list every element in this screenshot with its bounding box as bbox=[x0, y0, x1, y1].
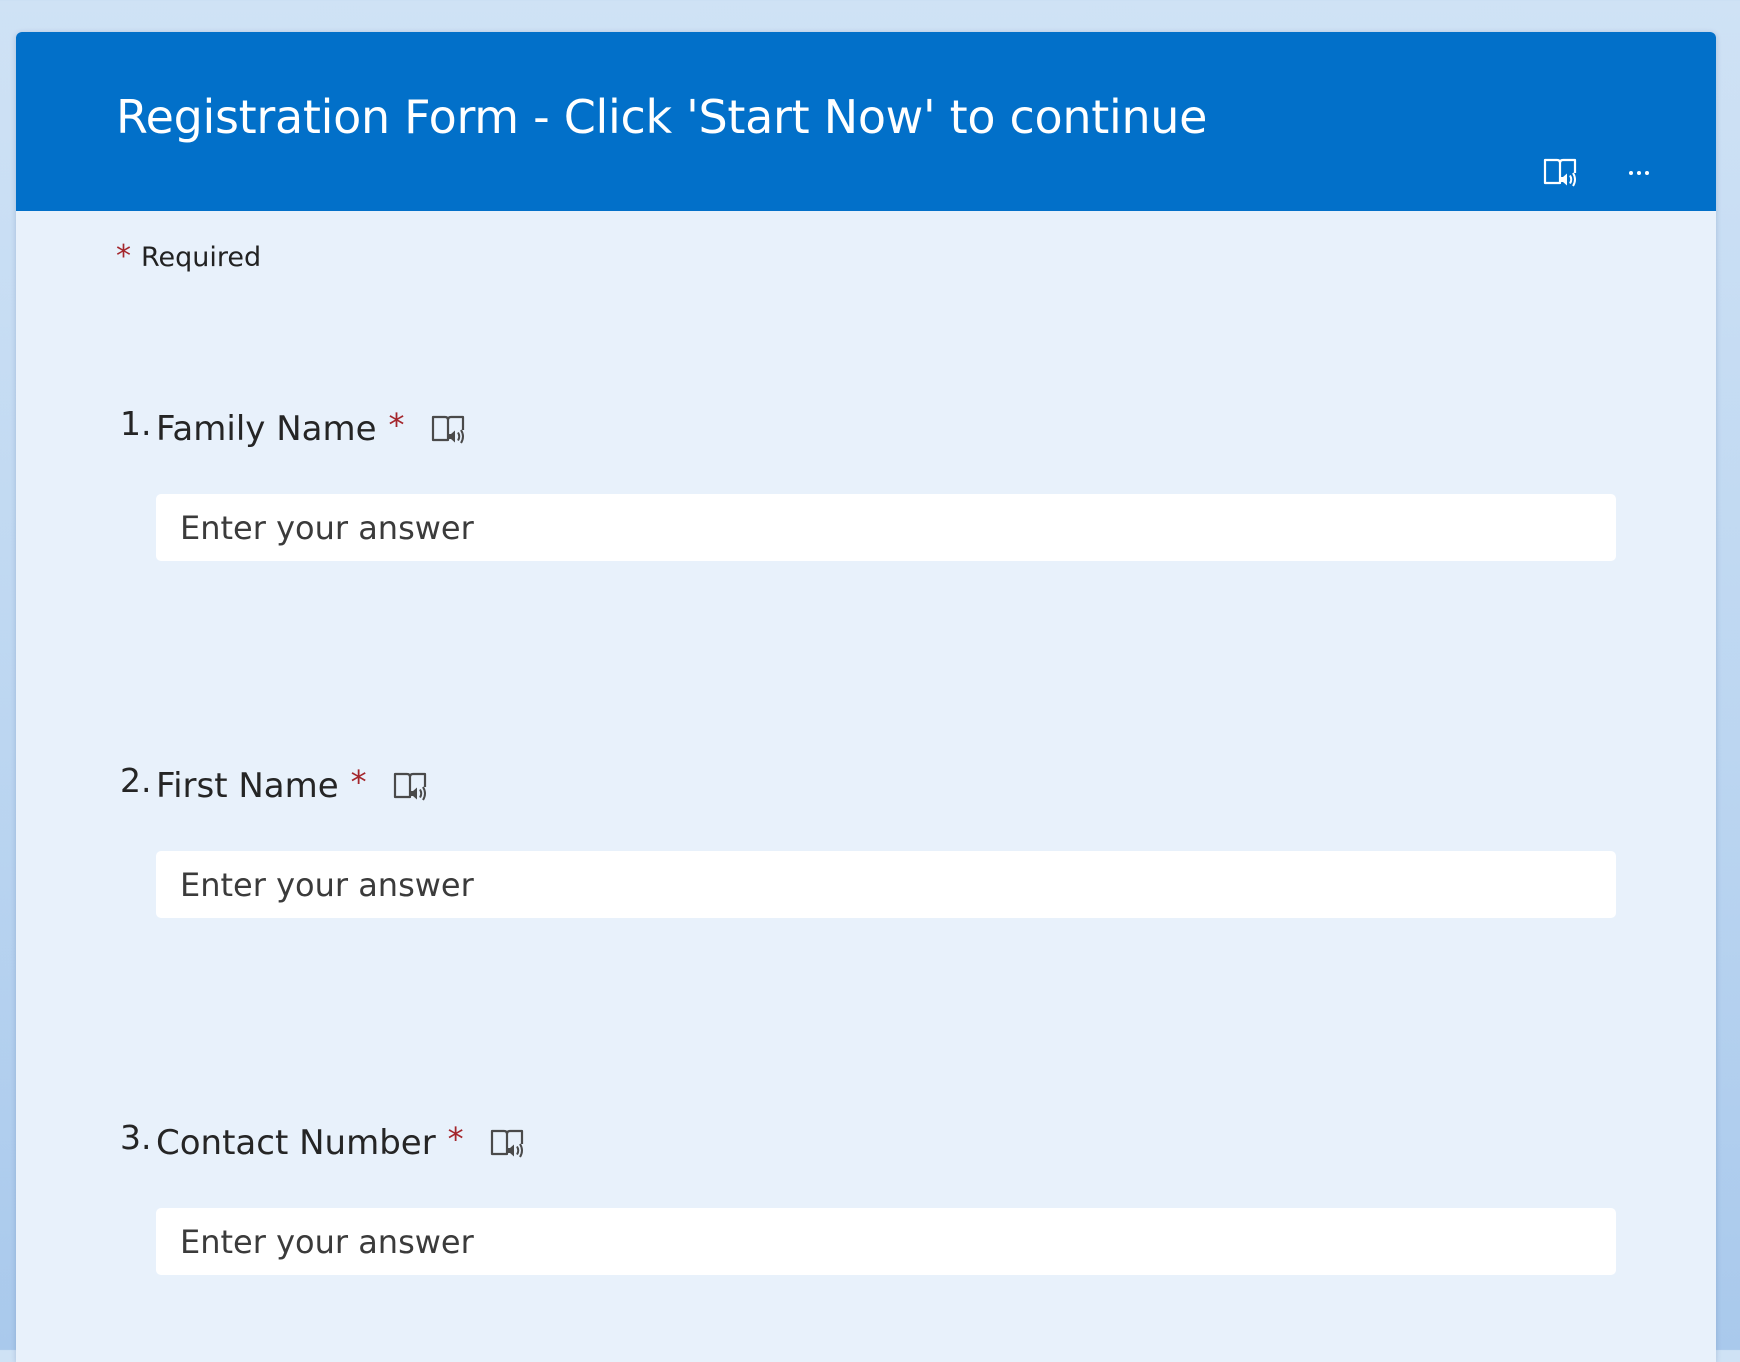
immersive-reader-icon bbox=[393, 772, 426, 801]
question-label: Family Name bbox=[156, 409, 377, 449]
required-star: * bbox=[447, 1120, 464, 1158]
more-options-button[interactable] bbox=[1618, 152, 1660, 194]
question-contact-number: 3. Contact Number * bbox=[120, 1118, 1632, 1275]
family-name-input[interactable] bbox=[156, 494, 1616, 561]
contact-number-input[interactable] bbox=[156, 1208, 1616, 1275]
question-number: 2. bbox=[120, 761, 152, 800]
question-first-name: 2. First Name * bbox=[120, 761, 1632, 918]
question-title: 2. First Name * bbox=[120, 761, 1632, 821]
required-star: * bbox=[350, 763, 367, 801]
question-title: 1. Family Name * bbox=[120, 404, 1632, 464]
first-name-input[interactable] bbox=[156, 851, 1616, 918]
immersive-reader-icon bbox=[431, 415, 464, 444]
question-label: First Name bbox=[156, 766, 339, 806]
immersive-reader-button[interactable] bbox=[1540, 152, 1582, 194]
question-number: 1. bbox=[120, 404, 152, 443]
required-note: * Required bbox=[116, 239, 262, 274]
form-card: Registration Form - Click 'Start Now' to… bbox=[16, 32, 1716, 1362]
required-star: * bbox=[388, 406, 405, 444]
required-star: * bbox=[116, 239, 131, 274]
read-aloud-button[interactable] bbox=[429, 410, 469, 450]
immersive-reader-icon bbox=[1543, 158, 1577, 187]
more-options-icon bbox=[1629, 171, 1649, 175]
required-label: Required bbox=[141, 242, 262, 273]
question-number: 3. bbox=[120, 1118, 152, 1157]
form-header: Registration Form - Click 'Start Now' to… bbox=[16, 32, 1716, 211]
question-title: 3. Contact Number * bbox=[120, 1118, 1632, 1178]
immersive-reader-icon bbox=[490, 1129, 523, 1158]
read-aloud-button[interactable] bbox=[391, 767, 431, 807]
question-family-name: 1. Family Name * bbox=[120, 404, 1632, 561]
read-aloud-button[interactable] bbox=[488, 1124, 528, 1164]
question-label: Contact Number bbox=[156, 1123, 436, 1163]
form-title: Registration Form - Click 'Start Now' to… bbox=[116, 90, 1208, 144]
